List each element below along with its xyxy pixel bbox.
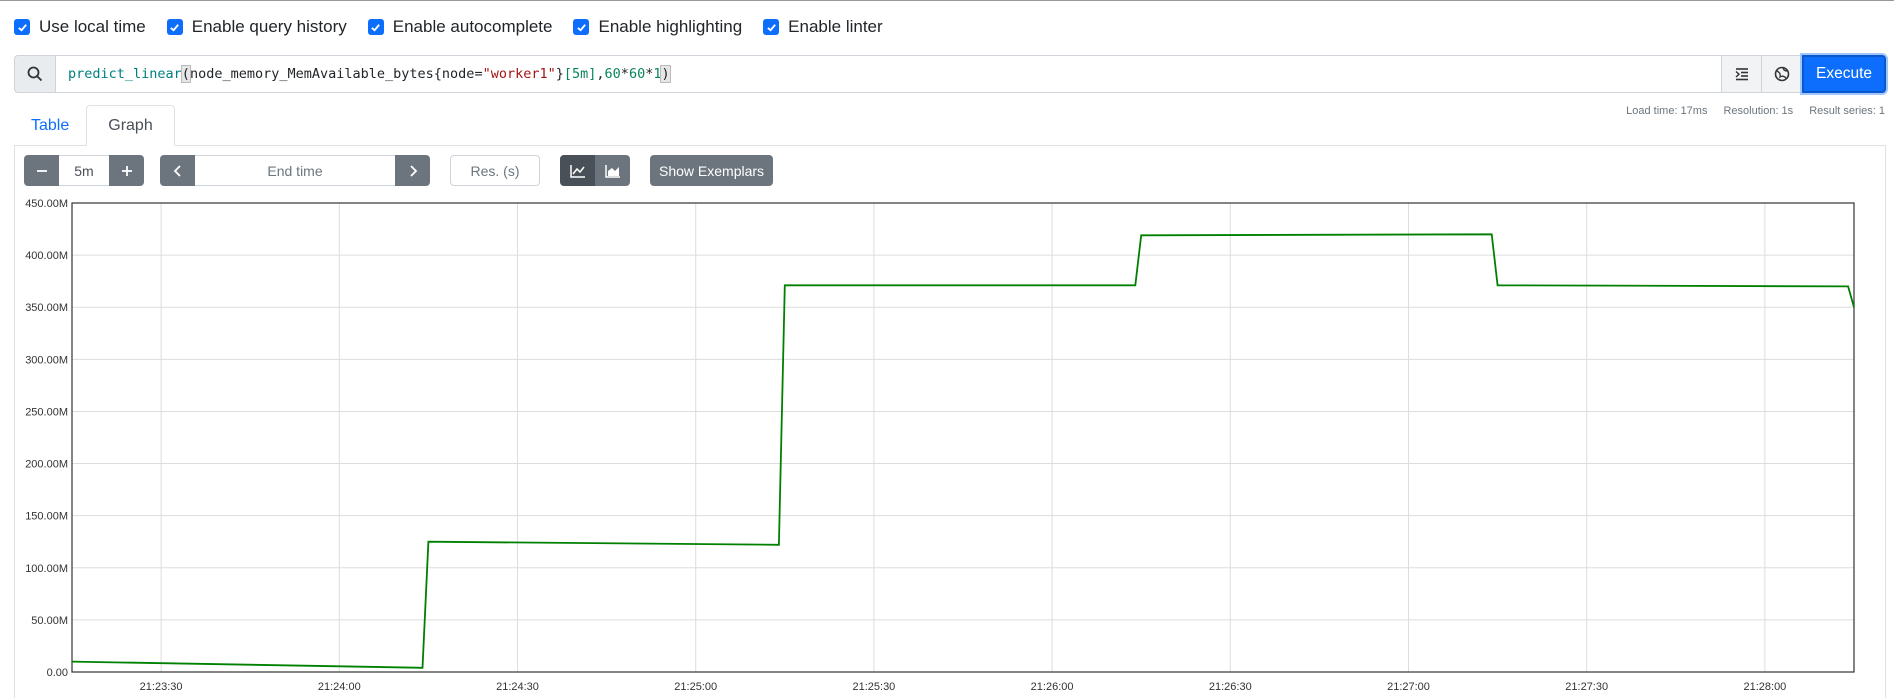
window-top-border xyxy=(0,0,1894,1)
option-label: Enable linter xyxy=(788,17,883,36)
query-range: [5m] xyxy=(563,66,597,82)
query-open-paren: ( xyxy=(180,65,191,83)
checkbox-checked-icon[interactable] xyxy=(573,19,590,35)
query-function: predict_linear xyxy=(68,66,182,82)
query-number: 60 xyxy=(604,66,621,82)
result-series: Result series: 1 xyxy=(1809,105,1885,117)
query-expression-input[interactable]: predict_linear(node_memory_MemAvailable_… xyxy=(56,55,1722,93)
query-operator: * xyxy=(645,66,654,82)
checkbox-checked-icon[interactable] xyxy=(367,19,384,35)
range-input[interactable]: 5m xyxy=(59,155,109,186)
plus-icon xyxy=(121,165,132,176)
view-tabs: Table Graph xyxy=(14,105,175,146)
query-comma: , xyxy=(596,66,605,82)
checkbox-checked-icon[interactable] xyxy=(166,19,183,35)
show-exemplars-button[interactable]: Show Exemplars xyxy=(650,155,774,186)
previous-time-button[interactable] xyxy=(160,155,195,186)
query-lbrace: { xyxy=(433,66,442,82)
option-enable-highlighting[interactable]: Enable highlighting xyxy=(573,17,742,37)
query-eq: = xyxy=(474,66,483,82)
resolution: Resolution: 1s xyxy=(1723,105,1794,117)
format-query-icon[interactable] xyxy=(1722,55,1762,93)
graph-controls: 5m End time Res. (s) Show Exemplars xyxy=(24,155,774,186)
globe-icon[interactable] xyxy=(1762,55,1802,93)
query-label-value: "worker1" xyxy=(482,66,556,82)
end-time-input[interactable]: End time xyxy=(195,155,395,186)
query-bar: predict_linear(node_memory_MemAvailable_… xyxy=(14,55,1886,93)
option-label: Enable query history xyxy=(191,17,347,36)
line-mode-button[interactable] xyxy=(560,155,595,186)
option-enable-linter[interactable]: Enable linter xyxy=(763,17,883,37)
query-stats: Load time: 17ms Resolution: 1s Result se… xyxy=(1626,105,1885,117)
checkbox-checked-icon[interactable] xyxy=(14,19,30,35)
line-chart-icon xyxy=(569,164,585,178)
query-metric: node_memory_MemAvailable_bytes xyxy=(189,66,434,82)
increase-range-button[interactable] xyxy=(109,155,144,186)
option-label: Enable autocomplete xyxy=(392,17,553,36)
decrease-range-button[interactable] xyxy=(24,155,59,186)
query-label-name: node xyxy=(441,66,475,82)
query-operator: * xyxy=(620,66,629,82)
query-number: 1 xyxy=(653,66,662,82)
minus-icon xyxy=(36,169,47,172)
query-close-paren: ) xyxy=(660,65,671,83)
tab-graph[interactable]: Graph xyxy=(86,105,175,146)
query-number: 60 xyxy=(628,66,646,82)
execute-button[interactable]: Execute xyxy=(1802,55,1886,93)
option-use-local-time[interactable]: Use local time xyxy=(14,17,146,37)
option-label: Use local time xyxy=(39,17,146,36)
chevron-left-icon xyxy=(173,164,181,177)
chevron-right-icon xyxy=(409,164,417,177)
checkbox-checked-icon[interactable] xyxy=(763,19,780,35)
tab-table[interactable]: Table xyxy=(14,105,86,146)
resolution-input[interactable]: Res. (s) xyxy=(450,155,540,186)
option-enable-query-history[interactable]: Enable query history xyxy=(166,17,347,37)
graph-panel xyxy=(14,145,1886,698)
area-chart-icon xyxy=(604,164,620,178)
next-time-button[interactable] xyxy=(395,155,430,186)
load-time: Load time: 17ms xyxy=(1626,105,1708,117)
search-icon xyxy=(14,55,56,93)
query-rbrace: } xyxy=(555,66,564,82)
option-label: Enable highlighting xyxy=(598,17,743,36)
stacked-mode-button[interactable] xyxy=(595,155,630,186)
chart-mode-toggle xyxy=(560,155,630,186)
options-row: Use local time Enable query history Enab… xyxy=(14,17,904,37)
option-enable-autocomplete[interactable]: Enable autocomplete xyxy=(367,17,553,37)
